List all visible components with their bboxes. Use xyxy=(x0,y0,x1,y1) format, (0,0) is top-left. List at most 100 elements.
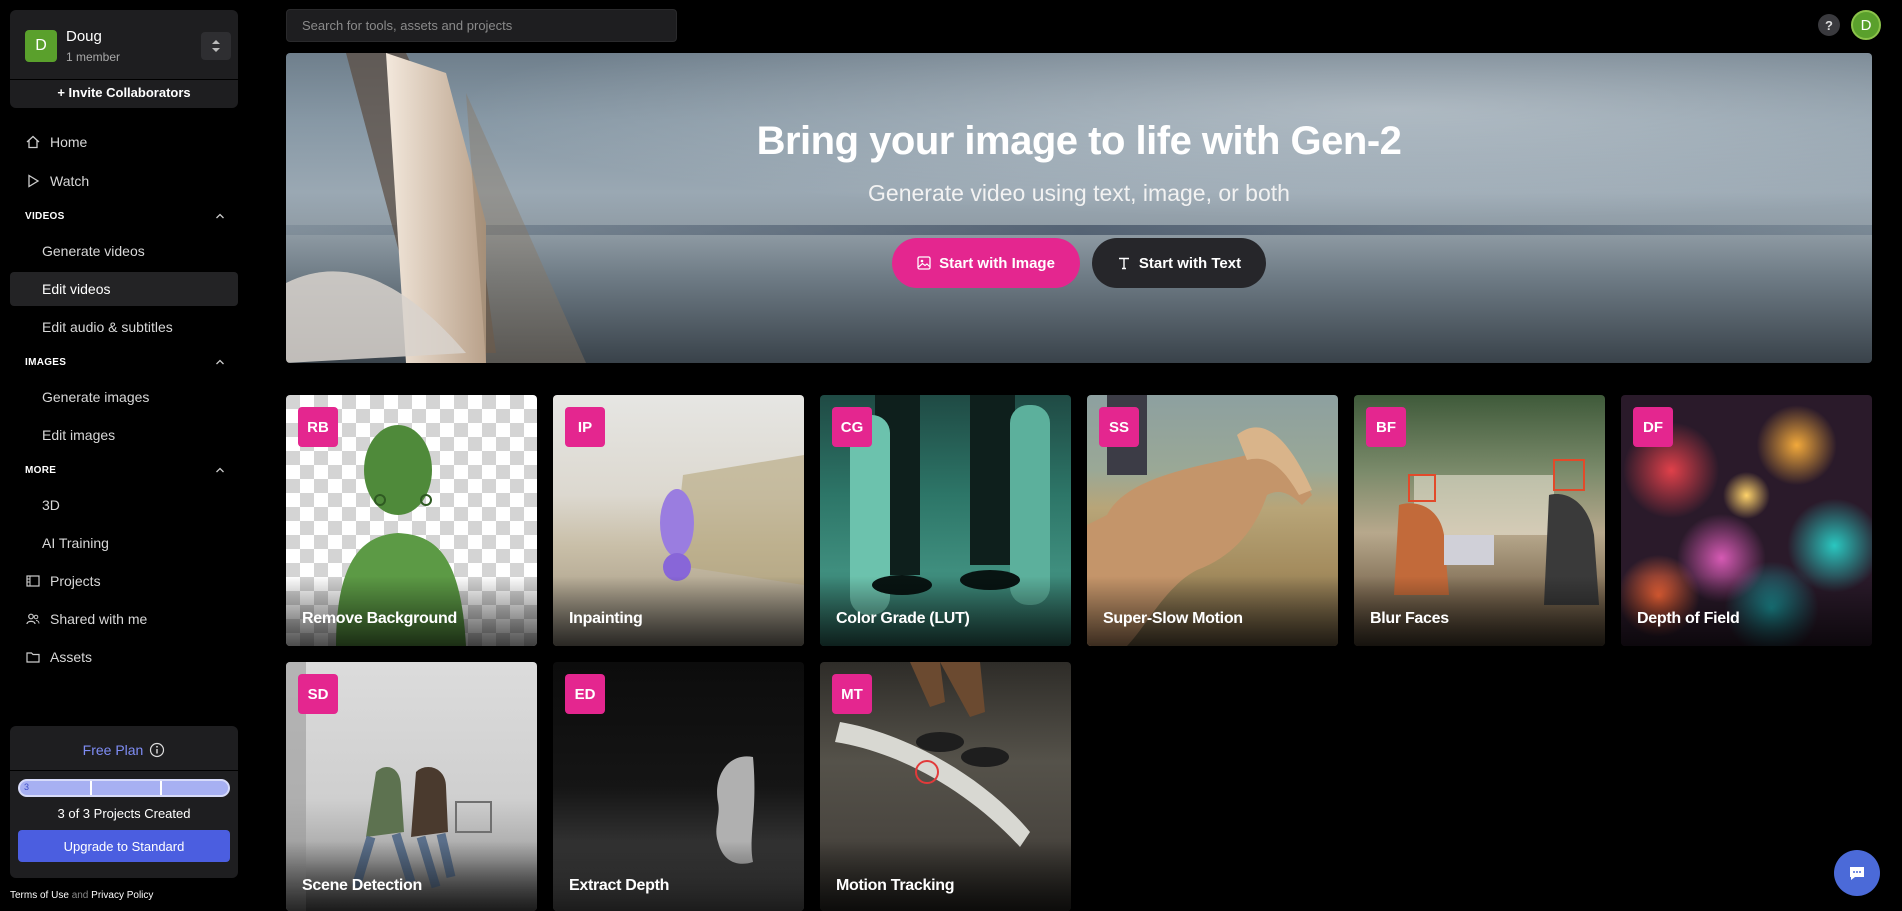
user-avatar[interactable]: D xyxy=(1851,10,1881,40)
tool-badge: SS xyxy=(1099,407,1139,447)
workspace-card: D Doug 1 member + Invite Collaborators xyxy=(10,10,238,108)
tool-label: Motion Tracking xyxy=(836,877,955,894)
nav-shared-with-me[interactable]: Shared with me xyxy=(10,602,238,636)
workspace-members: 1 member xyxy=(66,50,121,64)
start-with-text-label: Start with Text xyxy=(1138,254,1242,272)
tool-card-remove-background[interactable]: RB Remove Background xyxy=(286,395,537,646)
tool-badge: MT xyxy=(832,674,872,714)
info-icon[interactable] xyxy=(149,742,165,758)
nav-edit-images[interactable]: Edit images xyxy=(10,418,238,452)
nav-generate-images[interactable]: Generate images xyxy=(10,380,238,414)
tool-card-extract-depth[interactable]: ED Extract Depth xyxy=(553,662,804,911)
nav-ai-training[interactable]: AI Training xyxy=(10,526,238,560)
invite-collaborators-button[interactable]: + Invite Collaborators xyxy=(10,85,238,100)
nav-edit-audio-subtitles[interactable]: Edit audio & subtitles xyxy=(10,310,238,344)
progress-segment-divider xyxy=(160,781,162,795)
hero-title: Bring your image to life with Gen-2 xyxy=(756,119,1402,163)
tool-card-color-grade[interactable]: CG Color Grade (LUT) xyxy=(820,395,1071,646)
card-shade xyxy=(286,841,537,911)
section-videos-label: VIDEOS xyxy=(25,211,65,222)
nav-shared-label: Shared with me xyxy=(50,611,148,627)
tool-label: Blur Faces xyxy=(1370,610,1449,627)
users-icon xyxy=(26,613,40,625)
nav-projects-label: Projects xyxy=(50,573,101,589)
nav-assets[interactable]: Assets xyxy=(10,640,238,674)
tool-badge: BF xyxy=(1366,407,1406,447)
progress-marker: 3 xyxy=(24,782,30,792)
nav-projects[interactable]: Projects xyxy=(10,564,238,598)
chevron-up-down-icon xyxy=(212,40,220,52)
chevron-up-icon xyxy=(216,359,224,365)
home-icon xyxy=(26,135,40,149)
help-icon[interactable]: ? xyxy=(1818,14,1840,36)
search-placeholder: Search for tools, assets and projects xyxy=(302,18,513,33)
projects-progress-bar: 3 xyxy=(18,779,230,797)
plan-title: Free Plan xyxy=(10,742,238,758)
card-shade xyxy=(553,841,804,911)
footer-and: and xyxy=(71,890,89,901)
tool-badge: DF xyxy=(1633,407,1673,447)
section-videos[interactable]: VIDEOS xyxy=(25,211,225,222)
play-icon xyxy=(28,174,40,188)
tool-card-blur-faces[interactable]: BF Blur Faces xyxy=(1354,395,1605,646)
footer-links: Terms of Use and Privacy Policy xyxy=(10,890,153,901)
nav-watch-label: Watch xyxy=(50,173,90,189)
tool-badge: IP xyxy=(565,407,605,447)
tool-label: Inpainting xyxy=(569,610,643,627)
hero-subtitle: Generate video using text, image, or bot… xyxy=(868,180,1290,206)
plan-title-label: Free Plan xyxy=(82,742,144,758)
privacy-link[interactable]: Privacy Policy xyxy=(91,890,153,901)
sailboat-image xyxy=(286,53,586,363)
chat-support-button[interactable] xyxy=(1834,850,1880,896)
tool-label: Super-Slow Motion xyxy=(1103,610,1243,627)
upgrade-button[interactable]: Upgrade to Standard xyxy=(18,830,230,862)
start-with-text-button[interactable]: Start with Text xyxy=(1092,238,1266,288)
nav-generate-videos[interactable]: Generate videos xyxy=(10,234,238,268)
nav-3d[interactable]: 3D xyxy=(10,488,238,522)
image-icon xyxy=(917,256,931,270)
nav-home-label: Home xyxy=(50,134,88,150)
progress-segment-divider xyxy=(90,781,92,795)
tool-label: Remove Background xyxy=(302,610,457,627)
folder-icon xyxy=(26,652,40,663)
tool-badge: ED xyxy=(565,674,605,714)
plan-divider xyxy=(10,770,238,771)
tool-card-inpainting[interactable]: IP Inpainting xyxy=(553,395,804,646)
tool-card-scene-detection[interactable]: SD Scene Detection xyxy=(286,662,537,911)
section-images[interactable]: IMAGES xyxy=(25,357,225,368)
workspace-divider xyxy=(10,79,238,80)
tool-badge: CG xyxy=(832,407,872,447)
plan-card: Free Plan 3 3 of 3 Projects Created Upgr… xyxy=(10,726,238,878)
tool-label: Scene Detection xyxy=(302,877,422,894)
section-more-label: MORE xyxy=(25,465,57,476)
tool-badge: SD xyxy=(298,674,338,714)
nav-home[interactable]: Home xyxy=(10,125,238,159)
nav-watch[interactable]: Watch xyxy=(10,164,238,198)
workspace-name: Doug xyxy=(66,28,102,45)
projects-icon xyxy=(26,575,40,587)
tool-badge: RB xyxy=(298,407,338,447)
text-icon xyxy=(1118,257,1129,270)
tool-card-motion-tracking[interactable]: MT Motion Tracking xyxy=(820,662,1071,911)
start-with-image-button[interactable]: Start with Image xyxy=(892,238,1080,288)
start-with-image-label: Start with Image xyxy=(939,254,1055,272)
chevron-up-icon xyxy=(216,213,224,219)
workspace-switcher-button[interactable] xyxy=(201,32,231,60)
section-more[interactable]: MORE xyxy=(25,465,225,476)
nav-edit-videos[interactable]: Edit videos xyxy=(10,272,238,306)
sidebar: D Doug 1 member + Invite Collaborators H… xyxy=(0,0,246,911)
tool-card-super-slow-motion[interactable]: SS Super-Slow Motion xyxy=(1087,395,1338,646)
section-images-label: IMAGES xyxy=(25,357,67,368)
nav-assets-label: Assets xyxy=(50,649,93,665)
chevron-up-icon xyxy=(216,467,224,473)
tool-label: Depth of Field xyxy=(1637,610,1740,627)
hero-banner: Bring your image to life with Gen-2 Gene… xyxy=(286,53,1872,363)
search-input[interactable]: Search for tools, assets and projects xyxy=(286,9,677,42)
projects-count: 3 of 3 Projects Created xyxy=(57,806,191,821)
chat-bubble-icon xyxy=(1850,867,1864,880)
terms-link[interactable]: Terms of Use xyxy=(10,890,69,901)
card-shade xyxy=(820,841,1071,911)
workspace-avatar[interactable]: D xyxy=(25,30,57,62)
tool-label: Color Grade (LUT) xyxy=(836,610,970,627)
tool-card-depth-of-field[interactable]: DF Depth of Field xyxy=(1621,395,1872,646)
